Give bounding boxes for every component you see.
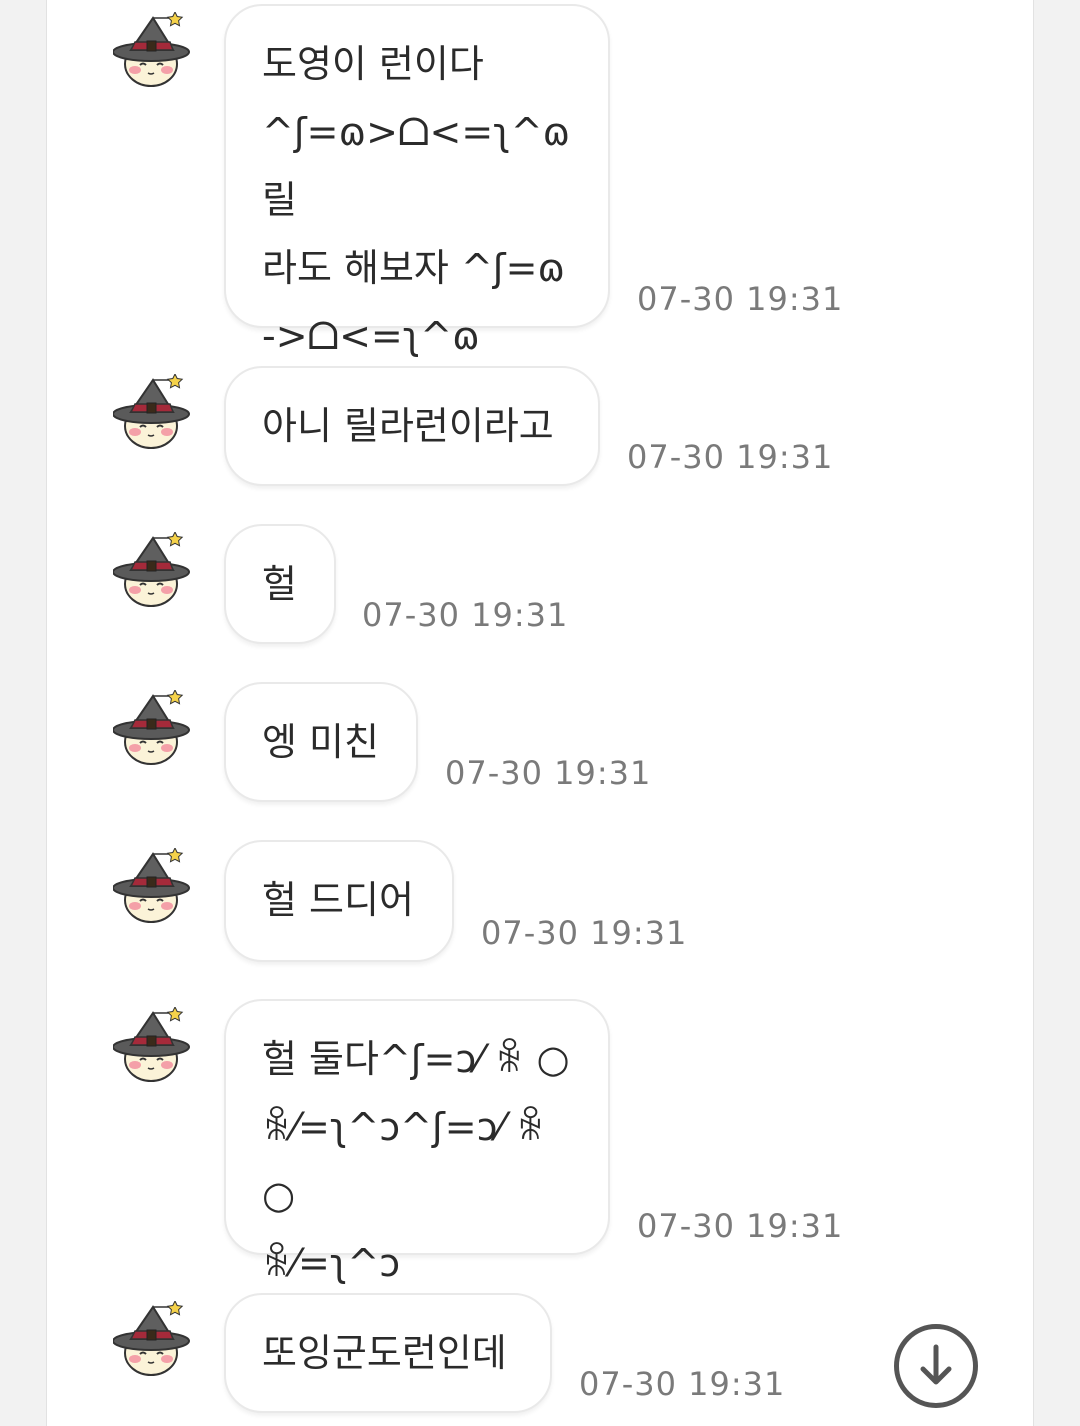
scroll-to-bottom-button[interactable] [894,1324,978,1408]
message-timestamp: 07-30 19:31 [637,280,844,318]
witch-hat-character-icon[interactable] [113,532,193,612]
witch-hat-character-icon[interactable] [113,690,193,770]
message-timestamp: 07-30 19:31 [445,754,652,792]
arrow-down-circle-icon [920,1344,952,1385]
message-bubble[interactable]: 헐 드디어 [224,840,454,962]
message-bubble[interactable]: 헐 둘다^ʃ=ɔ⁄ ꆜ ○ ꆜ⁄=ʅ^ɔ^ʃ=ɔ⁄ ꆜ ○ ꆜ⁄=ʅ^ɔ [224,999,610,1285]
message-timestamp: 07-30 19:31 [481,914,688,952]
witch-hat-character-icon[interactable] [113,1007,193,1087]
witch-hat-character-icon[interactable] [113,1301,193,1381]
message-timestamp: 07-30 19:31 [362,596,569,634]
message-bubble[interactable]: 헐 [224,524,336,644]
message-bubble[interactable]: 아니 릴라런이라고 [224,366,600,486]
message-timestamp: 07-30 19:31 [627,438,834,476]
witch-hat-character-icon[interactable] [113,374,193,454]
message-timestamp: 07-30 19:31 [579,1365,786,1403]
witch-hat-character-icon[interactable] [113,12,193,92]
message-bubble[interactable]: 엥 미친 [224,682,418,802]
witch-hat-character-icon[interactable] [113,848,193,928]
message-bubble[interactable]: 도영이 런이다 ^ʃ=ɷ>ᗝ<=ʅ^ɷ 릴 라도 해보자 ^ʃ=ɷ ->ᗝ<=ʅ… [224,4,610,358]
chat-panel: 도영이 런이다 ^ʃ=ɷ>ᗝ<=ʅ^ɷ 릴 라도 해보자 ^ʃ=ɷ ->ᗝ<=ʅ… [46,0,1034,1426]
message-timestamp: 07-30 19:31 [637,1207,844,1245]
message-bubble[interactable]: 또잉군도런인데 [224,1293,552,1413]
